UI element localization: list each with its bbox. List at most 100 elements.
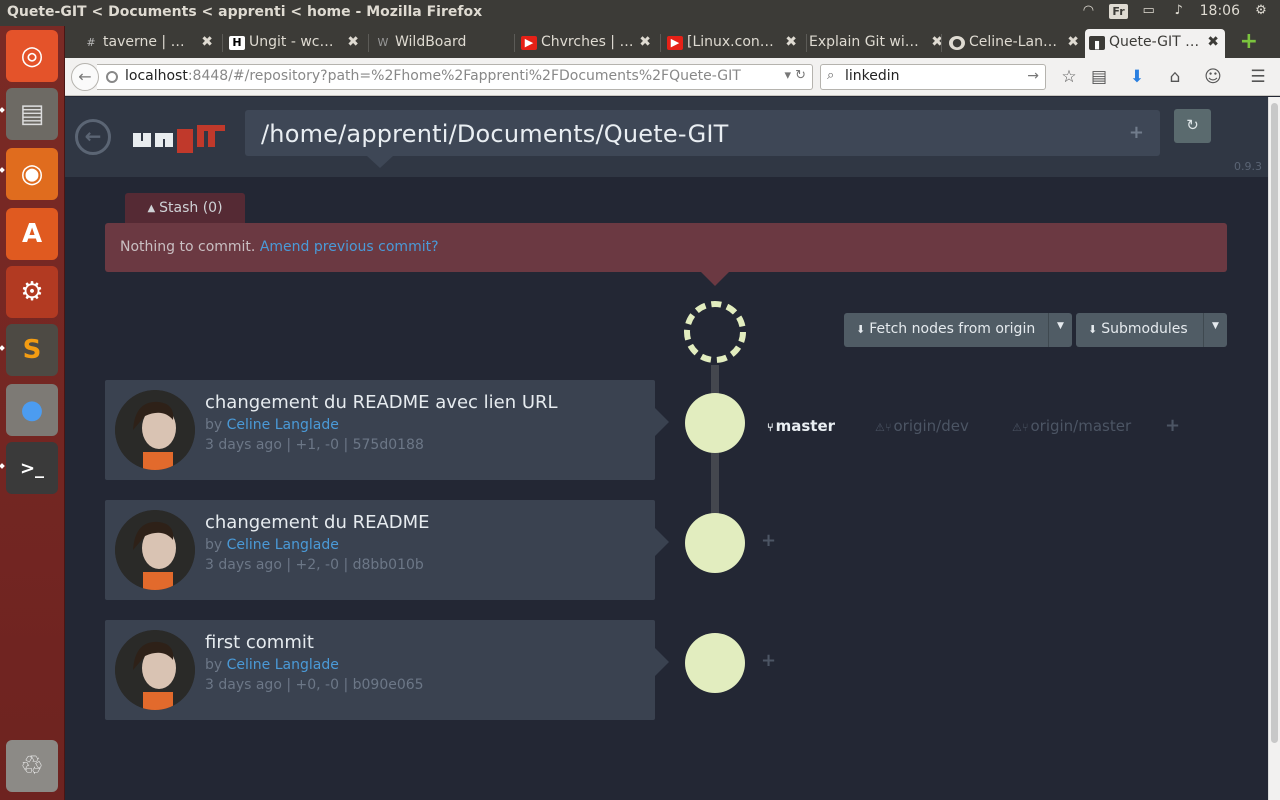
wifi-icon[interactable]: ◠ (1079, 3, 1097, 19)
running-indicator (0, 107, 5, 113)
new-tab-button[interactable]: + (1240, 29, 1258, 54)
tab-celine-langlade[interactable]: ● Celine-Lan… ✖ (945, 29, 1085, 58)
tab-wildboard[interactable]: W WildBoard (371, 29, 511, 58)
banner-caret (701, 272, 729, 286)
trash-icon[interactable]: ♲ (6, 740, 58, 792)
system-settings-icon[interactable]: ⚙ (6, 266, 58, 318)
fetch-dropdown-toggle[interactable]: ▼ (1048, 313, 1072, 347)
launcher: ◎ ▤ ◉ A ⚙ S ● >_ ♲ (0, 26, 65, 800)
amend-previous-commit-link[interactable]: Amend previous commit? (260, 239, 439, 255)
commit-meta: 3 days ago | +0, -0 | b090e065 (205, 677, 424, 693)
commit-node[interactable] (685, 633, 745, 693)
commit-meta: 3 days ago | +2, -0 | d8bb010b (205, 557, 424, 573)
home-icon[interactable]: ⌂ (1165, 67, 1185, 87)
commit-author: by Celine Langlade (205, 537, 339, 553)
back-button[interactable]: ← (71, 63, 99, 91)
chat-icon[interactable]: ☺ (1203, 67, 1223, 87)
stash-label: Stash (0) (159, 200, 223, 216)
battery-icon[interactable]: ▭ (1140, 3, 1158, 19)
add-ref-icon[interactable]: + (761, 530, 776, 551)
globe-icon (106, 71, 118, 83)
search-go-icon[interactable]: → (1027, 68, 1039, 84)
clock[interactable]: 18:06 (1200, 3, 1240, 19)
files-icon[interactable]: ▤ (6, 88, 58, 140)
running-indicator (0, 463, 5, 469)
firefox-icon[interactable]: ◉ (6, 148, 58, 200)
reload-icon[interactable]: ▾ ↻ (784, 68, 806, 83)
commit-card[interactable]: changement du README avec lien URL by Ce… (105, 380, 669, 480)
repository-path-field[interactable]: /home/apprenti/Documents/Quete-GIT + (245, 110, 1160, 156)
refresh-button[interactable]: ↻ (1174, 109, 1211, 143)
gear-icon[interactable]: ⚙ (1252, 3, 1270, 19)
add-ref-icon[interactable]: + (1165, 415, 1180, 436)
menu-icon[interactable]: ☰ (1248, 67, 1268, 87)
commit-node[interactable] (685, 393, 745, 453)
volume-icon[interactable]: ♪ (1170, 3, 1188, 19)
ungit-logo[interactable] (133, 123, 225, 153)
url-host: localhost (125, 68, 188, 84)
branch-origin-dev[interactable]: ⚠⑂ origin/dev (875, 417, 969, 435)
search-bar[interactable]: ⌕ linkedin → (820, 64, 1046, 90)
commit-title[interactable]: changement du README avec lien URL (205, 392, 558, 413)
submodules-dropdown-toggle[interactable]: ▼ (1203, 313, 1227, 347)
sublime-text-icon[interactable]: S (6, 324, 58, 376)
page-scrollbar[interactable] (1268, 97, 1280, 800)
tab-separator (368, 34, 369, 52)
tab-chvrches[interactable]: ▶ Chvrches | … ✖ (517, 29, 657, 58)
version-label: 0.9.3 (1234, 160, 1262, 173)
tab-taverne[interactable]: # taverne | … ✖ (79, 29, 219, 58)
close-icon[interactable]: ✖ (201, 34, 213, 50)
commit-node[interactable] (685, 513, 745, 573)
download-icon[interactable]: ⬇ (1127, 67, 1147, 87)
commit-card[interactable]: first commit by Celine Langlade 3 days a… (105, 620, 669, 720)
terminal-icon[interactable]: >_ (6, 442, 58, 494)
add-icon[interactable]: + (1129, 122, 1144, 143)
back-icon[interactable]: ← (75, 119, 111, 155)
system-tray: ◠ Fr ▭ ♪ 18:06 ⚙ (1079, 3, 1270, 19)
card-caret (655, 648, 669, 676)
avatar (115, 630, 195, 710)
close-icon[interactable]: ✖ (639, 34, 651, 50)
warning-branch-icon: ⚠⑂ (875, 421, 892, 434)
os-top-panel: Quete-GIT < Documents < apprenti < home … (0, 0, 1280, 26)
chevron-up-icon: ▲ (147, 203, 156, 214)
software-center-icon[interactable]: A (6, 208, 58, 260)
path-caret (367, 156, 393, 168)
close-icon[interactable]: ✖ (785, 34, 797, 50)
avatar (115, 510, 195, 590)
ubuntu-dash-icon[interactable]: ◎ (6, 30, 58, 82)
hash-icon: # (86, 36, 96, 49)
commit-title[interactable]: first commit (205, 632, 314, 653)
tab-ungit-wc[interactable]: H Ungit - wc… ✖ (225, 29, 365, 58)
add-ref-icon[interactable]: + (761, 650, 776, 671)
close-icon[interactable]: ✖ (1067, 34, 1079, 50)
new-commit-node[interactable] (684, 301, 746, 363)
browser-navigation-bar: localhost:8448/#/repository?path=%2Fhome… (65, 58, 1280, 96)
tab-explain-git[interactable]: Explain Git wi… ✖ (809, 29, 949, 58)
keyboard-layout-indicator[interactable]: Fr (1109, 3, 1128, 19)
reading-list-icon[interactable]: ▤ (1089, 67, 1109, 87)
branch-origin-master[interactable]: ⚠⑂ origin/master (1012, 417, 1131, 435)
bookmark-star-icon[interactable]: ☆ (1059, 67, 1079, 87)
branch-master[interactable]: ⑂ master (767, 417, 835, 435)
scrollbar-thumb[interactable] (1271, 103, 1278, 743)
commit-card[interactable]: changement du README by Celine Langlade … (105, 500, 669, 600)
window-title: Quete-GIT < Documents < apprenti < home … (7, 4, 483, 20)
tab-linux-con[interactable]: ▶ [Linux.con… ✖ (663, 29, 803, 58)
fetch-button[interactable]: ⬇ Fetch nodes from origin ▼ (844, 313, 1072, 347)
commit-title[interactable]: changement du README (205, 512, 430, 533)
chromium-icon[interactable]: ● (6, 384, 58, 436)
running-indicator (0, 167, 5, 173)
browser-tab-strip: # taverne | … ✖ H Ungit - wc… ✖ W WildBo… (65, 26, 1280, 58)
close-icon[interactable]: ✖ (347, 34, 359, 50)
warning-branch-icon: ⚠⑂ (1012, 421, 1029, 434)
download-icon: ⬇ (1088, 323, 1098, 336)
url-bar[interactable]: localhost:8448/#/repository?path=%2Fhome… (97, 64, 813, 90)
submodules-button[interactable]: ⬇ Submodules ▼ (1076, 313, 1227, 347)
stash-toggle[interactable]: ▲ Stash (0) (125, 193, 245, 223)
ungit-page: ← /home/apprenti/Documents/Quete-GIT + ↻… (65, 97, 1268, 800)
tab-quete-git[interactable]: ▮ Quete-GIT … ✖ (1085, 29, 1225, 58)
close-icon[interactable]: ✖ (1207, 34, 1219, 50)
commit-author: by Celine Langlade (205, 657, 339, 673)
tab-separator (514, 34, 515, 52)
